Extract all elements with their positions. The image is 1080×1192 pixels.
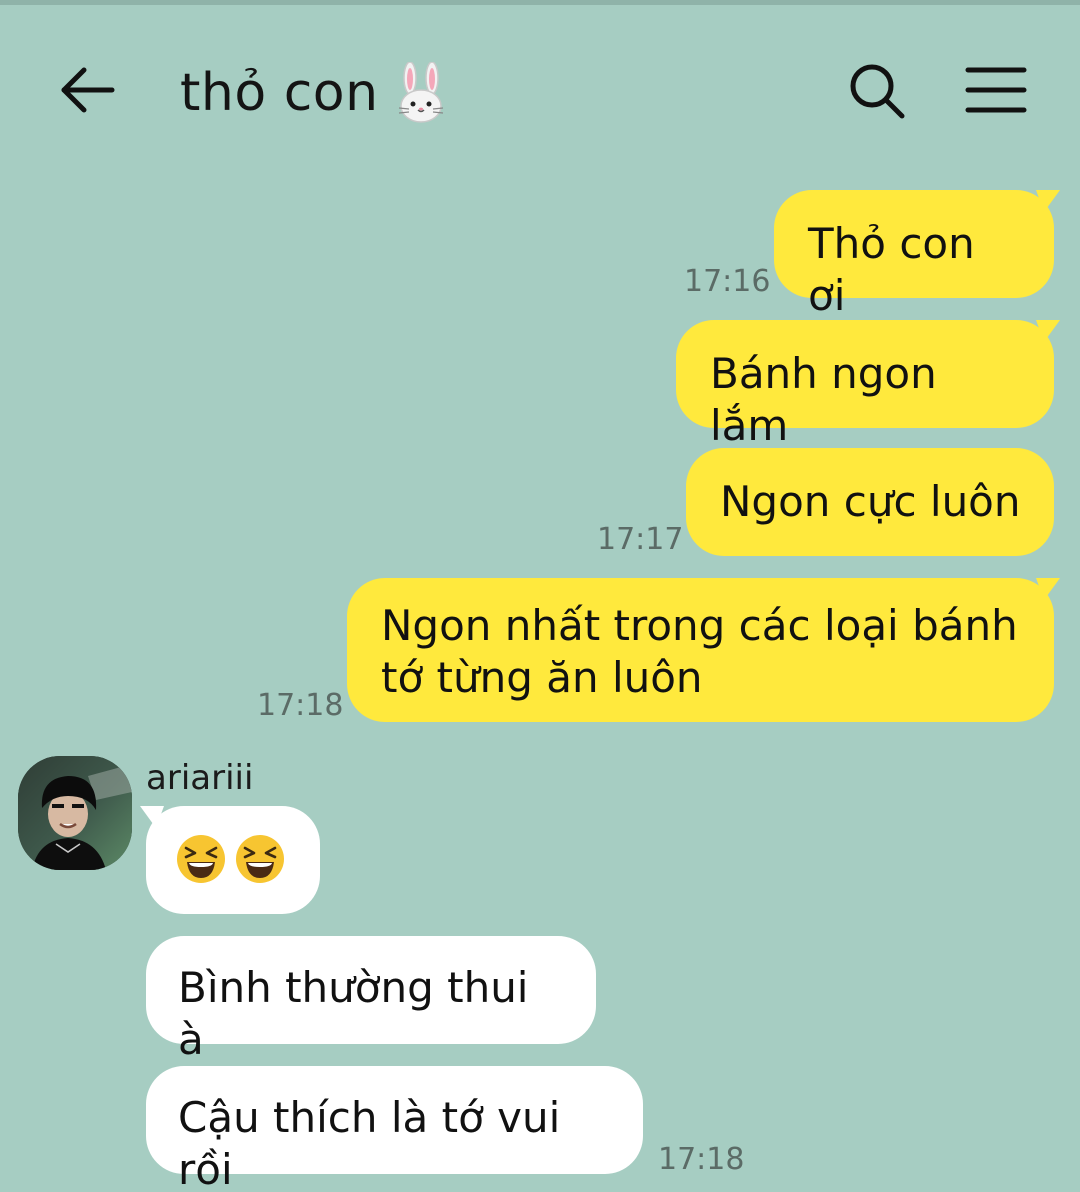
outgoing-message[interactable]: Ngon nhất trong các loại bánh tớ từng ăn… bbox=[347, 578, 1054, 722]
search-button[interactable] bbox=[846, 60, 908, 122]
bubble-tail bbox=[1036, 578, 1060, 600]
message-text: Cậu thích là tớ vui rồi bbox=[178, 1093, 561, 1192]
message-time: 17:16 bbox=[684, 264, 771, 299]
incoming-message[interactable]: Bình thường thui à bbox=[146, 936, 596, 1064]
bubble-tail bbox=[1036, 320, 1060, 342]
outgoing-message[interactable]: Thỏ con ơi bbox=[774, 190, 1054, 320]
avatar-photo bbox=[18, 756, 132, 870]
message-time: 17:18 bbox=[658, 1142, 745, 1177]
chat-title-text: thỏ con bbox=[180, 63, 379, 123]
bubble-tail bbox=[140, 806, 164, 828]
outgoing-message[interactable]: Ngon cực luôn bbox=[686, 448, 1054, 556]
sender-name: ariariii bbox=[146, 758, 254, 798]
hamburger-menu-icon bbox=[965, 67, 1027, 113]
incoming-message[interactable]: Cậu thích là tớ vui rồi bbox=[146, 1066, 643, 1192]
message-time: 17:18 bbox=[257, 688, 344, 723]
search-icon bbox=[850, 64, 905, 119]
rabbit-face-icon bbox=[398, 62, 443, 123]
outgoing-message[interactable]: Bánh ngon lắm bbox=[676, 320, 1054, 450]
message-text: Thỏ con ơi bbox=[808, 219, 975, 320]
arrow-left-icon bbox=[61, 67, 115, 113]
chat-title: thỏ con bbox=[180, 58, 449, 128]
laughing-face-emoji bbox=[177, 835, 225, 883]
chat-header: thỏ con bbox=[0, 28, 1080, 158]
chat-screen: thỏ con 17:16 Thỏ con ơi Bánh ngon lắm 1… bbox=[0, 0, 1080, 1192]
status-strip bbox=[0, 0, 1080, 5]
avatar[interactable] bbox=[18, 756, 132, 870]
message-time: 17:17 bbox=[597, 522, 684, 557]
incoming-message[interactable] bbox=[146, 806, 320, 914]
message-text-line: tớ từng ăn luôn bbox=[381, 653, 703, 702]
message-text: Bình thường thui à bbox=[178, 963, 529, 1064]
message-text-line: Ngon nhất trong các loại bánh bbox=[381, 601, 1018, 650]
back-button[interactable] bbox=[58, 62, 118, 118]
message-text: Ngon cực luôn bbox=[720, 477, 1021, 526]
bubble-tail bbox=[1036, 190, 1060, 212]
menu-button[interactable] bbox=[964, 64, 1028, 116]
laughing-face-emoji bbox=[236, 835, 285, 883]
message-text: Bánh ngon lắm bbox=[710, 349, 937, 450]
